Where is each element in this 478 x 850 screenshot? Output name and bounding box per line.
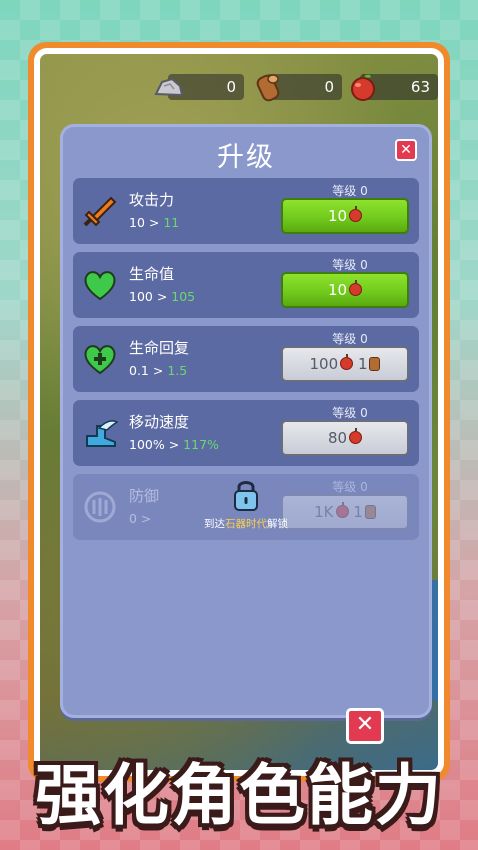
- upgrade-row-speed: 移动速度 100% > 117% 等级 0 80: [73, 400, 419, 466]
- upgrade-button-regen[interactable]: 100 1: [281, 346, 409, 382]
- upgrade-row-health: 生命值 100 > 105 等级 0 10: [73, 252, 419, 318]
- close-button[interactable]: ✕: [395, 139, 417, 161]
- upgrade-row-regen: 生命回复 0.1 > 1.5 等级 0 100 1: [73, 326, 419, 392]
- upgrade-level: 等级 0: [332, 184, 368, 198]
- lock-overlay: 到达石器时代解锁: [73, 474, 419, 540]
- apple-icon: [349, 206, 363, 222]
- upgrade-stat: 100% > 117%: [129, 437, 219, 452]
- apple-icon: [351, 73, 375, 101]
- upgrade-row-attack: 攻击力 10 > 11 等级 0 10: [73, 178, 419, 244]
- upgrade-name: 生命值: [129, 265, 175, 283]
- promo-banner: 强化角色能力: [35, 757, 443, 834]
- upgrade-button-speed[interactable]: 80: [281, 420, 409, 456]
- game-frame: 0 0 63 升级 ✕ 攻击力 10 > 11 等级 0 10 生命值 100 …: [28, 42, 450, 782]
- upgrade-level: 等级 0: [332, 332, 368, 346]
- stone-icon: [154, 77, 184, 97]
- panel-title: 升级: [217, 142, 275, 173]
- upgrade-name: 移动速度: [129, 413, 190, 431]
- wood-count: 0: [324, 78, 334, 96]
- era-name: 石器时代: [225, 518, 267, 530]
- stone-count: 0: [226, 78, 236, 96]
- upgrade-name: 攻击力: [129, 191, 175, 209]
- upgrade-stat: 0.1 > 1.5: [129, 363, 188, 378]
- resource-bar: 0 0 63: [40, 70, 438, 106]
- winged-boot-icon: [86, 420, 119, 447]
- lock-icon: [234, 481, 258, 511]
- upgrade-level: 等级 0: [332, 258, 368, 272]
- sword-icon: [83, 196, 117, 227]
- close-icon: ✕: [400, 142, 412, 158]
- upgrade-stat: 10 > 11: [129, 215, 180, 230]
- heart-icon: [84, 271, 116, 301]
- game-world: 0 0 63 升级 ✕ 攻击力 10 > 11 等级 0 10 生命值 100 …: [34, 48, 444, 776]
- wood-log-icon: [369, 357, 381, 371]
- upgrade-panel: 升级 ✕ 攻击力 10 > 11 等级 0 10 生命值 100 > 105 等…: [60, 124, 432, 718]
- apple-icon: [340, 354, 354, 370]
- apple-count: 63: [410, 78, 430, 96]
- wood-log-icon: [256, 74, 280, 102]
- upgrade-button-attack[interactable]: 10: [281, 198, 409, 234]
- upgrade-button-health[interactable]: 10: [281, 272, 409, 308]
- unlock-hint: 到达石器时代解锁: [204, 518, 288, 530]
- upgrade-stat: 100 > 105: [129, 289, 196, 304]
- close-button[interactable]: ✕: [346, 708, 384, 744]
- heart-plus-icon: [84, 345, 116, 375]
- upgrade-level: 等级 0: [332, 406, 368, 420]
- upgrade-name: 生命回复: [129, 339, 190, 357]
- apple-icon: [349, 280, 363, 296]
- close-icon: ✕: [355, 712, 375, 737]
- apple-icon: [349, 428, 363, 444]
